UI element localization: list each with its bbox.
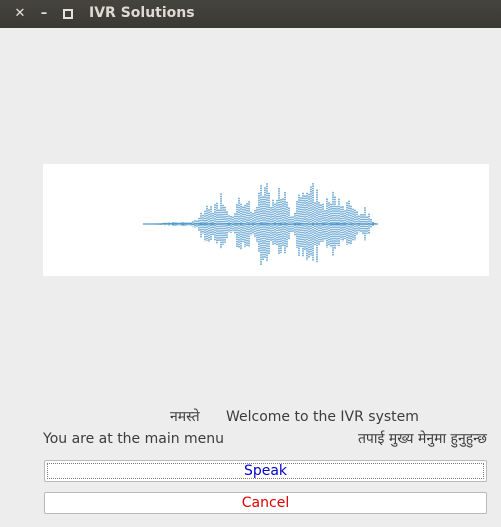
cancel-button-label: Cancel — [241, 495, 290, 511]
speak-button[interactable]: Speak — [44, 460, 487, 482]
sound-waveform-icon — [142, 183, 378, 265]
title-bar: ✕ – IVR Solutions — [0, 0, 501, 28]
app-window: ✕ – IVR Solutions नमस्ते Welcome to the … — [0, 0, 501, 527]
window-title: IVR Solutions — [89, 5, 195, 21]
close-icon[interactable]: ✕ — [12, 6, 28, 22]
greeting-english-label: Welcome to the IVR system — [226, 409, 419, 425]
waveform-image — [43, 164, 489, 276]
cancel-button[interactable]: Cancel — [44, 492, 487, 514]
menu-status-english-label: You are at the main menu — [43, 431, 225, 447]
greeting-nepali-label: नमस्ते — [170, 409, 200, 425]
menu-status-nepali-label: तपाई मुख्य मेनुमा हुनुहुन्छ — [357, 431, 487, 447]
speak-button-label: Speak — [243, 463, 288, 479]
minimize-icon[interactable]: – — [36, 6, 52, 22]
maximize-icon[interactable] — [60, 6, 76, 22]
